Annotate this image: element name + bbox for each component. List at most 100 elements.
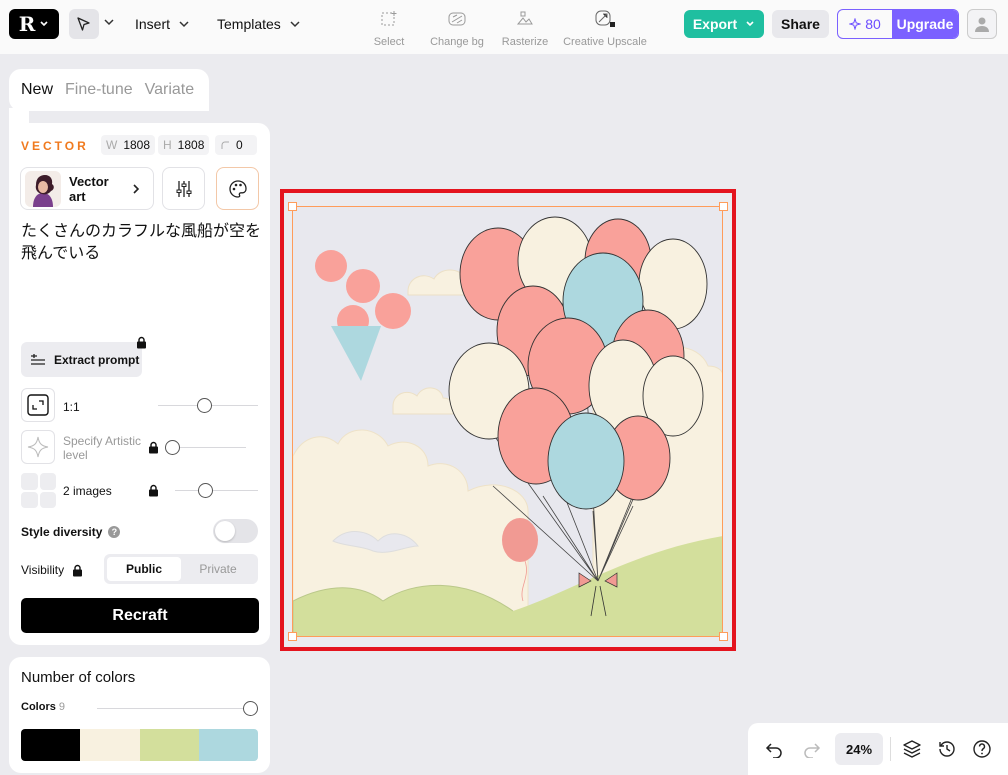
width-key: W	[106, 138, 118, 152]
tab-new[interactable]: New	[21, 81, 53, 99]
canvas-toolbar: 24%	[748, 723, 1008, 775]
selection-box[interactable]	[292, 206, 723, 637]
rasterize-tool[interactable]: Rasterize	[480, 8, 570, 48]
lock-icon	[73, 564, 83, 576]
insert-menu[interactable]: Insert	[135, 16, 190, 32]
visibility-label: Visibility	[21, 563, 65, 577]
recraft-logo: R	[18, 12, 36, 36]
user-icon	[975, 17, 989, 32]
height-field[interactable]: H 1808	[158, 135, 210, 155]
aspect-ratio-button[interactable]	[21, 388, 55, 422]
layers-icon	[903, 740, 921, 758]
recraft-button[interactable]: Recraft	[21, 598, 259, 633]
visibility-private[interactable]: Private	[181, 557, 255, 581]
aspect-ratio-label: 1:1	[63, 400, 80, 414]
export-button[interactable]: Export	[684, 10, 764, 38]
visibility-toggle: Public Private	[104, 554, 258, 584]
logo-menu-button[interactable]: R	[9, 9, 59, 39]
visibility-row: Visibility	[21, 563, 83, 577]
style-selector[interactable]: Vector art	[20, 167, 154, 210]
resize-handle-bottom-left[interactable]	[288, 632, 297, 641]
settings-button[interactable]	[162, 167, 205, 210]
redo-button[interactable]	[800, 737, 824, 761]
export-button-label: Export	[692, 16, 738, 32]
extract-icon	[31, 353, 45, 365]
type-label[interactable]: VECTOR	[21, 139, 89, 153]
share-button[interactable]: Share	[772, 10, 829, 38]
undo-icon	[765, 743, 782, 758]
extract-prompt-button[interactable]: Extract prompt	[21, 342, 142, 377]
colors-knob[interactable]	[243, 701, 258, 716]
height-key: H	[163, 138, 172, 152]
resize-handle-top-left[interactable]	[288, 202, 297, 211]
visibility-public[interactable]: Public	[107, 557, 181, 581]
sparkle-icon	[849, 18, 862, 30]
aspect-ratio-knob[interactable]	[197, 398, 212, 413]
resize-handle-bottom-right[interactable]	[719, 632, 728, 641]
lock-icon	[149, 441, 158, 454]
style-diversity-label: Style diversity	[21, 525, 103, 539]
style-diversity-toggle[interactable]	[213, 519, 258, 543]
image-count-label: 2 images	[63, 484, 112, 498]
help-icon	[973, 740, 991, 758]
help-button[interactable]	[970, 737, 994, 761]
colors-panel-title: Number of colors	[21, 669, 136, 686]
colors-slider[interactable]	[97, 708, 247, 709]
style-diversity-row: Style diversity ?	[21, 525, 121, 539]
toolbar-divider	[890, 737, 891, 761]
color-swatch[interactable]	[21, 729, 81, 761]
layers-button[interactable]	[900, 737, 924, 761]
lock-icon	[137, 336, 146, 349]
tab-variate[interactable]: Variate	[145, 81, 195, 99]
corner-radius-field[interactable]: 0	[215, 135, 257, 155]
width-field[interactable]: W 1808	[101, 135, 156, 155]
image-count-slider[interactable]	[175, 490, 258, 491]
style-thumbnail	[25, 170, 61, 207]
change-bg-tool-label: Change bg	[430, 36, 484, 48]
rasterize-tool-label: Rasterize	[501, 36, 549, 48]
sliders-icon	[176, 180, 191, 197]
width-value: 1808	[123, 138, 151, 152]
select-icon	[381, 11, 397, 26]
artistic-level-slider[interactable]	[171, 447, 246, 448]
chevron-down-icon	[290, 21, 300, 28]
chevron-down-icon	[746, 21, 754, 27]
color-swatch[interactable]	[80, 729, 140, 761]
creative-upscale-tool[interactable]: Creative Upscale	[560, 8, 650, 48]
chevron-right-icon	[133, 183, 140, 194]
artistic-level-label: Specify Artistic level	[63, 434, 142, 462]
history-button[interactable]	[935, 737, 959, 761]
colors-panel: Number of colors Colors 9	[9, 657, 270, 773]
history-icon	[939, 741, 955, 757]
prompt-text[interactable]: たくさんのカラフルな風船が空を飛んでいる	[21, 221, 261, 265]
artistic-level-knob[interactable]	[165, 440, 180, 455]
sparkle-icon	[27, 436, 49, 458]
tab-fine-tune[interactable]: Fine-tune	[65, 81, 133, 99]
creative-upscale-tool-label: Creative Upscale	[563, 36, 647, 48]
image-count-icon[interactable]	[21, 473, 56, 508]
image-count-knob[interactable]	[198, 483, 213, 498]
creative-upscale-icon	[595, 10, 615, 27]
style-name: Vector art	[69, 173, 109, 204]
zoom-level[interactable]: 24%	[835, 733, 883, 765]
palette-button[interactable]	[216, 167, 259, 210]
chevron-down-icon	[179, 21, 189, 28]
color-swatch[interactable]	[198, 729, 258, 761]
resize-handle-top-right[interactable]	[719, 202, 728, 211]
pointer-icon	[77, 17, 90, 31]
undo-button[interactable]	[762, 737, 786, 761]
chevron-down-icon[interactable]	[103, 16, 115, 28]
user-avatar[interactable]	[967, 9, 997, 39]
mode-tabs: New Fine-tune Variate	[9, 69, 209, 111]
top-bar: R Insert Templates Select Change bg Rast…	[0, 0, 1008, 54]
credits-count[interactable]: 80	[838, 10, 892, 38]
color-swatch[interactable]	[139, 729, 199, 761]
rasterize-icon	[516, 11, 533, 25]
help-icon[interactable]: ?	[108, 526, 121, 538]
insert-menu-label: Insert	[135, 16, 171, 32]
aspect-ratio-icon	[27, 394, 49, 416]
artistic-level-button[interactable]	[21, 430, 55, 464]
pointer-tool-button[interactable]	[69, 9, 99, 39]
upgrade-button[interactable]: Upgrade	[892, 10, 958, 38]
templates-menu[interactable]: Templates	[217, 16, 301, 32]
